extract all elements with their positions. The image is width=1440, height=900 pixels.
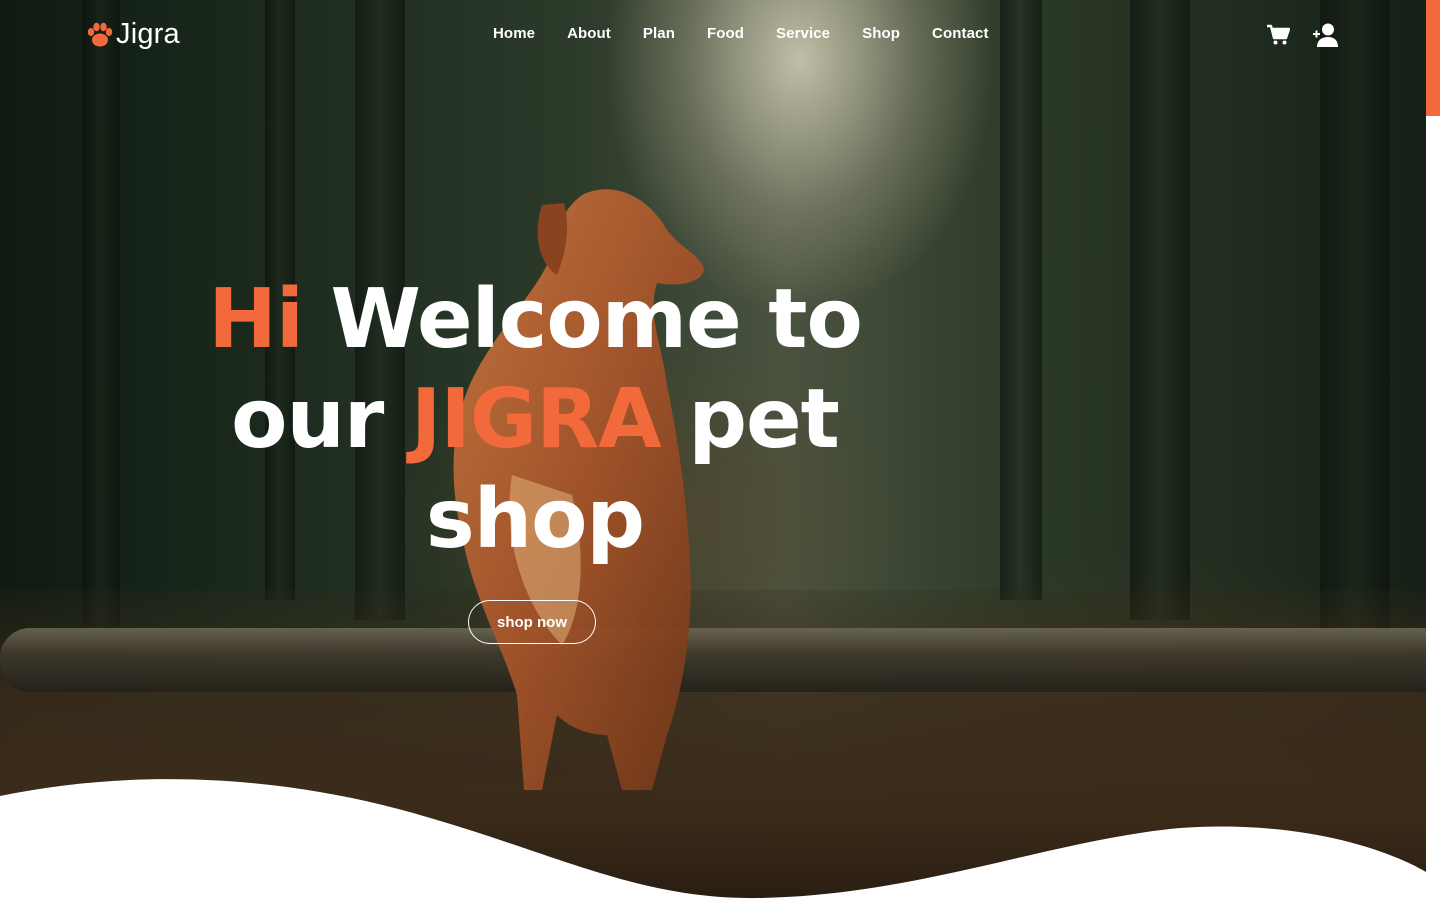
nav-shop[interactable]: Shop <box>862 25 900 42</box>
nav-contact[interactable]: Contact <box>932 25 989 42</box>
headline-hi: Hi <box>208 272 304 367</box>
nav-food[interactable]: Food <box>707 25 744 42</box>
nav-about[interactable]: About <box>567 25 611 42</box>
tree-trunk <box>82 0 120 640</box>
nav-home[interactable]: Home <box>493 25 535 42</box>
tree-trunk <box>1000 0 1042 600</box>
shop-now-button[interactable]: shop now <box>468 600 596 644</box>
brand-name: Jigra <box>116 18 180 50</box>
site-header: Jigra Home About Plan Food Service Shop … <box>0 0 1426 72</box>
main-nav: Home About Plan Food Service Shop Contac… <box>493 25 1021 42</box>
headline-brand: JIGRA <box>410 372 662 467</box>
tree-trunk <box>1130 0 1190 620</box>
scrollbar-thumb[interactable] <box>1426 0 1440 116</box>
nav-plan[interactable]: Plan <box>643 25 675 42</box>
cart-icon[interactable] <box>1266 24 1290 46</box>
paw-icon <box>87 22 113 46</box>
page: Jigra Home About Plan Food Service Shop … <box>0 0 1440 900</box>
tree-trunk <box>1320 0 1390 640</box>
brand-logo[interactable]: Jigra <box>86 18 180 51</box>
fallen-log <box>0 628 1426 692</box>
scrollbar[interactable] <box>1426 0 1440 900</box>
add-user-icon[interactable] <box>1312 22 1338 48</box>
nav-service[interactable]: Service <box>776 25 830 42</box>
hero-wave <box>0 779 1426 900</box>
hero-headline: Hi Welcome to our JIGRA pet shop <box>180 270 890 570</box>
header-actions <box>1266 22 1338 48</box>
